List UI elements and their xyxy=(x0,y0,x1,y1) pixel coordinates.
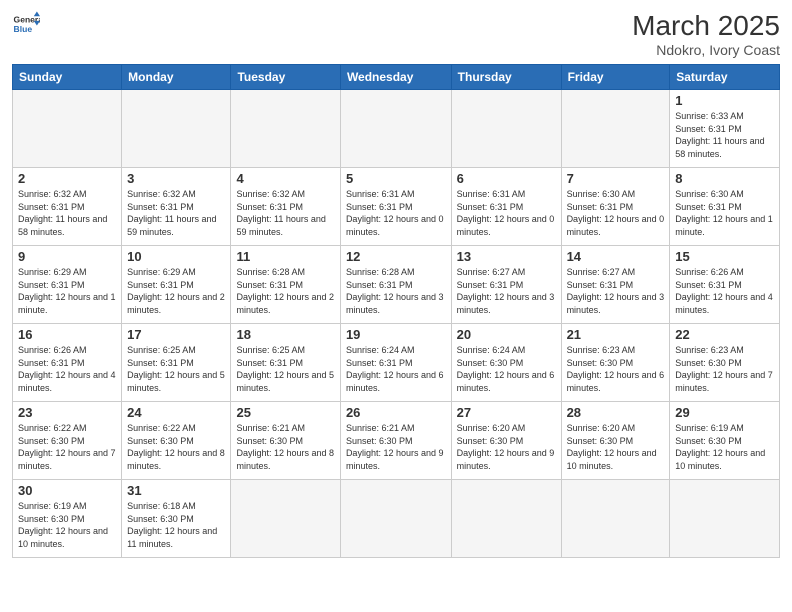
title-block: March 2025 Ndokro, Ivory Coast xyxy=(632,10,780,58)
day-15: 15 Sunrise: 6:26 AMSunset: 6:31 PMDaylig… xyxy=(670,246,780,324)
empty-cell xyxy=(451,90,561,168)
table-row: 16 Sunrise: 6:26 AMSunset: 6:31 PMDaylig… xyxy=(13,324,780,402)
day-17: 17 Sunrise: 6:25 AMSunset: 6:31 PMDaylig… xyxy=(122,324,231,402)
day-27: 27 Sunrise: 6:20 AMSunset: 6:30 PMDaylig… xyxy=(451,402,561,480)
header-saturday: Saturday xyxy=(670,65,780,90)
day-29: 29 Sunrise: 6:19 AMSunset: 6:30 PMDaylig… xyxy=(670,402,780,480)
header-monday: Monday xyxy=(122,65,231,90)
day-5: 5 Sunrise: 6:31 AMSunset: 6:31 PMDayligh… xyxy=(340,168,451,246)
empty-cell xyxy=(561,90,670,168)
empty-cell xyxy=(13,90,122,168)
header: General Blue March 2025 Ndokro, Ivory Co… xyxy=(12,10,780,58)
day-22: 22 Sunrise: 6:23 AMSunset: 6:30 PMDaylig… xyxy=(670,324,780,402)
day-10: 10 Sunrise: 6:29 AMSunset: 6:31 PMDaylig… xyxy=(122,246,231,324)
table-row: 30 Sunrise: 6:19 AMSunset: 6:30 PMDaylig… xyxy=(13,480,780,558)
day-18: 18 Sunrise: 6:25 AMSunset: 6:31 PMDaylig… xyxy=(231,324,340,402)
empty-cell xyxy=(561,480,670,558)
header-wednesday: Wednesday xyxy=(340,65,451,90)
header-tuesday: Tuesday xyxy=(231,65,340,90)
table-row: 23 Sunrise: 6:22 AMSunset: 6:30 PMDaylig… xyxy=(13,402,780,480)
header-sunday: Sunday xyxy=(13,65,122,90)
day-31: 31 Sunrise: 6:18 AMSunset: 6:30 PMDaylig… xyxy=(122,480,231,558)
day-21: 21 Sunrise: 6:23 AMSunset: 6:30 PMDaylig… xyxy=(561,324,670,402)
day-3: 3 Sunrise: 6:32 AMSunset: 6:31 PMDayligh… xyxy=(122,168,231,246)
empty-cell xyxy=(340,480,451,558)
day-25: 25 Sunrise: 6:21 AMSunset: 6:30 PMDaylig… xyxy=(231,402,340,480)
header-friday: Friday xyxy=(561,65,670,90)
day-6: 6 Sunrise: 6:31 AMSunset: 6:31 PMDayligh… xyxy=(451,168,561,246)
logo: General Blue xyxy=(12,10,40,38)
page: General Blue March 2025 Ndokro, Ivory Co… xyxy=(0,0,792,612)
day-19: 19 Sunrise: 6:24 AMSunset: 6:31 PMDaylig… xyxy=(340,324,451,402)
day-7: 7 Sunrise: 6:30 AMSunset: 6:31 PMDayligh… xyxy=(561,168,670,246)
calendar-table: Sunday Monday Tuesday Wednesday Thursday… xyxy=(12,64,780,558)
day-12: 12 Sunrise: 6:28 AMSunset: 6:31 PMDaylig… xyxy=(340,246,451,324)
svg-text:Blue: Blue xyxy=(14,24,33,34)
empty-cell xyxy=(451,480,561,558)
day-13: 13 Sunrise: 6:27 AMSunset: 6:31 PMDaylig… xyxy=(451,246,561,324)
day-11: 11 Sunrise: 6:28 AMSunset: 6:31 PMDaylig… xyxy=(231,246,340,324)
day-8: 8 Sunrise: 6:30 AMSunset: 6:31 PMDayligh… xyxy=(670,168,780,246)
empty-cell xyxy=(231,480,340,558)
empty-cell xyxy=(670,480,780,558)
empty-cell xyxy=(122,90,231,168)
day-20: 20 Sunrise: 6:24 AMSunset: 6:30 PMDaylig… xyxy=(451,324,561,402)
day-24: 24 Sunrise: 6:22 AMSunset: 6:30 PMDaylig… xyxy=(122,402,231,480)
day-23: 23 Sunrise: 6:22 AMSunset: 6:30 PMDaylig… xyxy=(13,402,122,480)
empty-cell xyxy=(340,90,451,168)
day-9: 9 Sunrise: 6:29 AMSunset: 6:31 PMDayligh… xyxy=(13,246,122,324)
day-30: 30 Sunrise: 6:19 AMSunset: 6:30 PMDaylig… xyxy=(13,480,122,558)
logo-icon: General Blue xyxy=(12,10,40,38)
day-1: 1 Sunrise: 6:33 AMSunset: 6:31 PMDayligh… xyxy=(670,90,780,168)
weekday-header-row: Sunday Monday Tuesday Wednesday Thursday… xyxy=(13,65,780,90)
day-28: 28 Sunrise: 6:20 AMSunset: 6:30 PMDaylig… xyxy=(561,402,670,480)
day-2: 2 Sunrise: 6:32 AMSunset: 6:31 PMDayligh… xyxy=(13,168,122,246)
day-14: 14 Sunrise: 6:27 AMSunset: 6:31 PMDaylig… xyxy=(561,246,670,324)
empty-cell xyxy=(231,90,340,168)
day-26: 26 Sunrise: 6:21 AMSunset: 6:30 PMDaylig… xyxy=(340,402,451,480)
table-row: 9 Sunrise: 6:29 AMSunset: 6:31 PMDayligh… xyxy=(13,246,780,324)
table-row: 1 Sunrise: 6:33 AMSunset: 6:31 PMDayligh… xyxy=(13,90,780,168)
month-year: March 2025 xyxy=(632,10,780,42)
table-row: 2 Sunrise: 6:32 AMSunset: 6:31 PMDayligh… xyxy=(13,168,780,246)
location: Ndokro, Ivory Coast xyxy=(632,42,780,58)
day-16: 16 Sunrise: 6:26 AMSunset: 6:31 PMDaylig… xyxy=(13,324,122,402)
header-thursday: Thursday xyxy=(451,65,561,90)
day-4: 4 Sunrise: 6:32 AMSunset: 6:31 PMDayligh… xyxy=(231,168,340,246)
